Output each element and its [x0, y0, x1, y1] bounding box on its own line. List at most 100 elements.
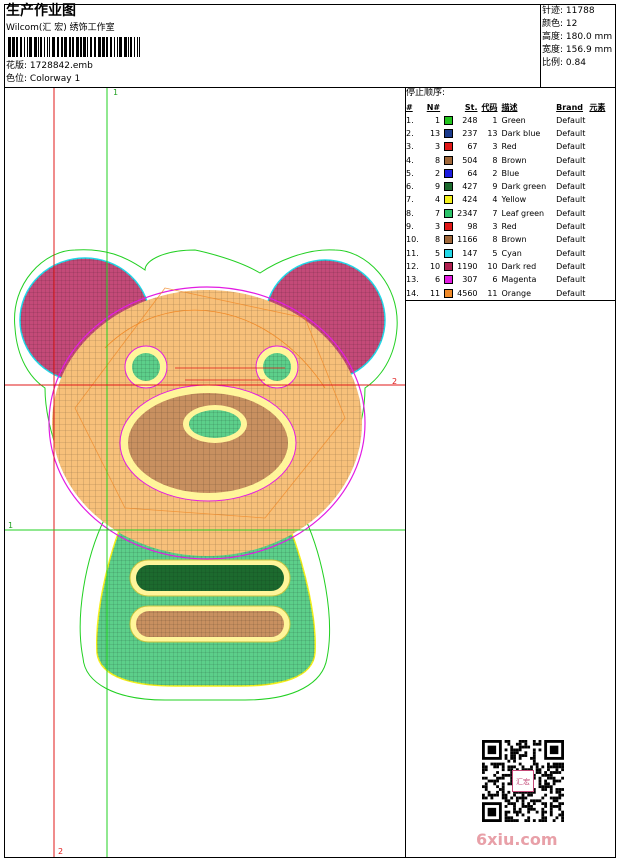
row-desc: Leaf green [501, 208, 545, 218]
row-brand: Default [556, 142, 586, 152]
row-swatch [442, 274, 455, 287]
row-desc: Cyan [501, 248, 522, 258]
row-index: 11. [406, 248, 419, 258]
row-brand: Default [556, 182, 586, 192]
row-brand: Default [556, 235, 586, 245]
row-index: 14. [406, 288, 419, 298]
row-stitches: 147 [462, 248, 478, 258]
row-stitches: 248 [462, 115, 478, 125]
row-brand: Default [556, 288, 586, 298]
guide-v2-label: 2 [58, 847, 64, 856]
guide-v1-label: 1 [113, 88, 119, 97]
row-element [587, 287, 607, 300]
row-code: 5 [492, 248, 498, 258]
row-needle: 11 [429, 288, 441, 298]
pattern-value: 1728842.emb [29, 61, 93, 71]
row-needle: 2 [435, 168, 441, 178]
row-stitches: 237 [462, 128, 478, 138]
qr-logo: 汇宏 [512, 770, 534, 792]
row-needle: 8 [435, 235, 441, 245]
row-code: 2 [492, 168, 498, 178]
row-stitches: 307 [462, 275, 478, 285]
row-desc: Green [501, 115, 526, 125]
row-stitches: 1190 [457, 261, 478, 271]
row-code: 6 [492, 275, 498, 285]
row-needle: 5 [435, 248, 441, 258]
row-element [587, 247, 607, 260]
row-code: 8 [492, 235, 498, 245]
col-element: 元素 [589, 103, 606, 112]
row-stitches: 67 [467, 142, 478, 152]
row-stitches: 98 [467, 222, 478, 232]
color-swatch [444, 261, 454, 271]
color-swatch [444, 168, 454, 178]
row-swatch [442, 127, 455, 140]
stop-sequence-title: 停止顺序: [406, 88, 446, 98]
row-swatch [442, 234, 455, 247]
embroidery-design [5, 88, 405, 857]
barcode [8, 37, 140, 57]
color-swatch [444, 248, 454, 258]
col-brand: Brand [556, 103, 584, 112]
colorway-label: 色位: [6, 74, 28, 84]
row-element [587, 274, 607, 287]
row-needle: 6 [435, 275, 441, 285]
table-row: 5. 2 64 2 Blue Default [404, 167, 607, 180]
row-swatch [442, 180, 455, 193]
row-code: 9 [492, 182, 498, 192]
row-element [587, 127, 607, 140]
row-desc: Orange [501, 288, 532, 298]
row-desc: Dark red [501, 261, 537, 271]
row-code: 13 [487, 128, 498, 138]
row-brand: Default [556, 155, 586, 165]
row-element [587, 220, 607, 233]
row-desc: Dark blue [501, 128, 541, 138]
row-stitches: 504 [462, 155, 478, 165]
row-swatch [442, 114, 455, 127]
col-code: 代码 [481, 103, 498, 112]
stat-label: 宽度: [542, 45, 564, 55]
row-needle: 8 [435, 155, 441, 165]
row-swatch [442, 194, 455, 207]
row-code: 10 [487, 261, 498, 271]
row-stitches: 427 [462, 182, 478, 192]
color-swatch [444, 195, 454, 205]
row-code: 3 [492, 142, 498, 152]
row-needle: 10 [429, 261, 441, 271]
stat-value: 156.9 mm [565, 45, 613, 55]
pattern-info: 花版: 1728842.emb [6, 61, 93, 72]
stat-scale: 比例: 0.84 [542, 58, 586, 69]
stat-value: 180.0 mm [565, 32, 613, 42]
color-swatch [444, 288, 454, 298]
col-index: # [406, 103, 413, 112]
row-index: 12. [406, 261, 419, 271]
table-row: 2. 13 237 13 Dark blue Default [404, 127, 607, 140]
row-element [587, 114, 607, 127]
row-desc: Brown [501, 235, 527, 245]
row-needle: 4 [435, 195, 441, 205]
page-title: 生产作业图 [6, 3, 76, 19]
stat-height: 高度: 180.0 mm [542, 32, 612, 43]
row-index: 13. [406, 275, 419, 285]
row-index: 3. [406, 142, 414, 152]
row-brand: Default [556, 115, 586, 125]
color-swatch [444, 142, 454, 152]
row-needle: 7 [435, 208, 441, 218]
row-code: 11 [487, 288, 498, 298]
right-eye [255, 345, 299, 389]
row-element [587, 154, 607, 167]
table-header-row: # N# St. 代码 描述 Brand 元素 [404, 102, 607, 114]
row-index: 6. [406, 182, 414, 192]
stop-sequence-table: # N# St. 代码 描述 Brand 元素 1. 1 248 1 Green Defa… [404, 102, 607, 300]
row-code: 4 [492, 195, 498, 205]
row-brand: Default [556, 168, 586, 178]
row-element [587, 234, 607, 247]
row-element [587, 167, 607, 180]
row-index: 7. [406, 195, 414, 205]
row-needle: 3 [435, 142, 441, 152]
row-swatch [442, 247, 455, 260]
table-row: 10. 8 1166 8 Brown Default [404, 234, 607, 247]
color-swatch [444, 128, 454, 138]
row-desc: Red [501, 142, 517, 152]
table-row: 6. 9 427 9 Dark green Default [404, 180, 607, 193]
